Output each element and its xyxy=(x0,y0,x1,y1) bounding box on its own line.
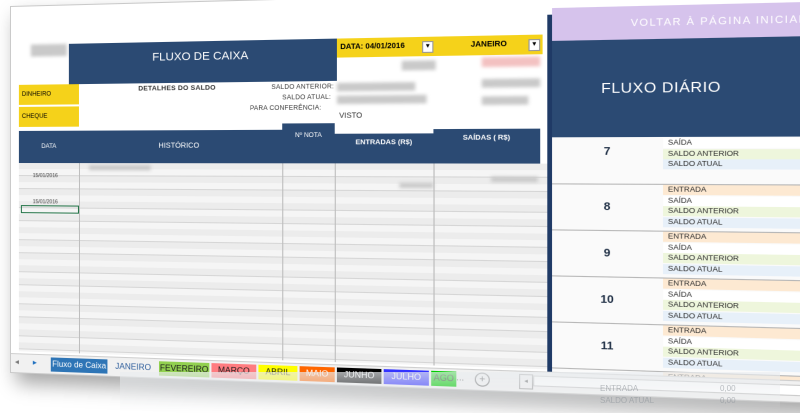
month-select-cell[interactable]: JANEIRO ▾ xyxy=(435,34,543,56)
selected-cell[interactable] xyxy=(20,205,79,214)
redacted-value xyxy=(481,78,541,88)
col-data-label: DATA xyxy=(41,143,57,150)
sheet-reflection: ENTRADA SALDO ATUAL 0,00 0,00 xyxy=(120,372,780,412)
day-number: 9 xyxy=(603,247,611,260)
column-divider xyxy=(78,163,80,354)
column-divider xyxy=(334,163,336,363)
day-number: 7 xyxy=(603,145,611,159)
back-to-home-button[interactable]: VOLTAR À PÁGINA INICIAL xyxy=(552,0,800,41)
spreadsheet-window: FLUXO DE CAIXA DATA: 04/01/2016 ▾ JANEIR… xyxy=(10,0,800,407)
col-entradas-label: ENTRADAS (R$) xyxy=(355,138,413,147)
day-line-saldo-atual: SALDO ATUAL xyxy=(663,159,800,170)
month-select-value: JANEIRO xyxy=(470,40,507,49)
col-nota-label: Nº NOTA xyxy=(295,132,322,140)
col-historico-label: HISTÓRICO xyxy=(158,142,200,150)
day-block: 7 SAÍDA SALDO ANTERIOR SALDO ATUAL xyxy=(552,136,800,187)
column-divider xyxy=(433,163,435,366)
saldo-atual-label: SALDO ATUAL: xyxy=(282,94,332,102)
col-nota-header: Nº NOTA xyxy=(282,123,335,164)
redacted-header-left xyxy=(30,43,67,57)
day-number: 8 xyxy=(603,201,611,214)
day-line-saldo-atual: SALDO ATUAL xyxy=(663,310,800,326)
redacted-value xyxy=(401,60,436,71)
day-line-saida: SAÍDA xyxy=(663,137,800,149)
reflection-text: 0,00 xyxy=(720,396,736,405)
redacted-value xyxy=(336,94,427,105)
redacted-value xyxy=(399,182,434,189)
daily-flow-list: 7 SAÍDA SALDO ANTERIOR SALDO ATUAL 8 ENTRADA S… xyxy=(552,136,800,384)
day-number: 10 xyxy=(600,293,614,307)
fluxo-caixa-title: FLUXO DE CAIXA xyxy=(152,49,249,64)
date-label: DATA: 04/01/2016 xyxy=(340,42,405,52)
sheet-tab[interactable]: Fluxo de Caixa xyxy=(50,357,108,374)
chevron-down-icon[interactable]: ▾ xyxy=(528,38,541,52)
col-entradas-header: ENTRADAS (R$) xyxy=(334,133,434,164)
col-saidas-header: SAÍDAS ( R$) xyxy=(433,128,541,164)
col-data-header: DATA xyxy=(18,130,79,164)
redacted-value xyxy=(481,56,541,68)
back-to-home-label: VOLTAR À PÁGINA INICIAL xyxy=(630,13,800,29)
day-number: 11 xyxy=(600,340,614,353)
col-saidas-label: SAÍDAS ( R$) xyxy=(462,134,511,142)
triangle-right-icon[interactable]: ▸ xyxy=(33,358,37,367)
redacted-value xyxy=(491,176,538,183)
date-cell[interactable]: DATA: 04/01/2016 ▾ xyxy=(336,36,436,58)
row-date: 15/01/2016 xyxy=(32,173,58,180)
fluxo-diario-title: FLUXO DIÁRIO xyxy=(601,78,722,97)
cheque-cell: CHEQUE xyxy=(18,106,79,127)
column-divider xyxy=(282,163,284,361)
dinheiro-label: DINHEIRO xyxy=(21,91,52,98)
day-block: 8 ENTRADA SAÍDA SALDO ANTERIOR SALDO ATUAL xyxy=(552,183,800,235)
screenshot-stage: FLUXO DE CAIXA DATA: 04/01/2016 ▾ JANEIR… xyxy=(0,0,800,413)
day-line-saldo-atual: SALDO ATUAL xyxy=(663,216,800,229)
redacted-value xyxy=(336,82,416,92)
chevron-down-icon[interactable]: ▾ xyxy=(422,40,434,53)
reflection-text: SALDO ATUAL xyxy=(600,396,655,405)
fluxo-diario-title-cell: FLUXO DIÁRIO xyxy=(552,34,800,138)
fluxo-caixa-grid[interactable]: 15/01/2016 15/01/2016 xyxy=(18,163,548,370)
day-line-entrada: ENTRADA xyxy=(663,184,800,197)
para-conferencia-label: PARA CONFERÊNCIA: xyxy=(249,105,322,113)
cheque-label: CHEQUE xyxy=(21,113,48,120)
day-line-saldo-anterior: SALDO ANTERIOR xyxy=(663,148,800,159)
visto-label: VISTO xyxy=(339,112,363,120)
saldo-anterior-label: SALDO ANTERIOR: xyxy=(271,84,335,92)
col-historico-header: HISTÓRICO xyxy=(78,129,283,164)
reflection-text: ENTRADA xyxy=(600,384,639,393)
triangle-left-icon[interactable]: ◂ xyxy=(15,357,19,366)
day-line-saldo-atual: SALDO ATUAL xyxy=(663,263,800,278)
dinheiro-cell: DINHEIRO xyxy=(18,84,79,105)
redacted-value xyxy=(481,95,529,106)
redacted-value xyxy=(89,165,151,171)
fluxo-caixa-title-cell: FLUXO DE CAIXA xyxy=(68,38,337,85)
reflection-text: 0,00 xyxy=(720,384,736,393)
detalhes-saldo-label: DETALHES DO SALDO xyxy=(138,84,216,93)
